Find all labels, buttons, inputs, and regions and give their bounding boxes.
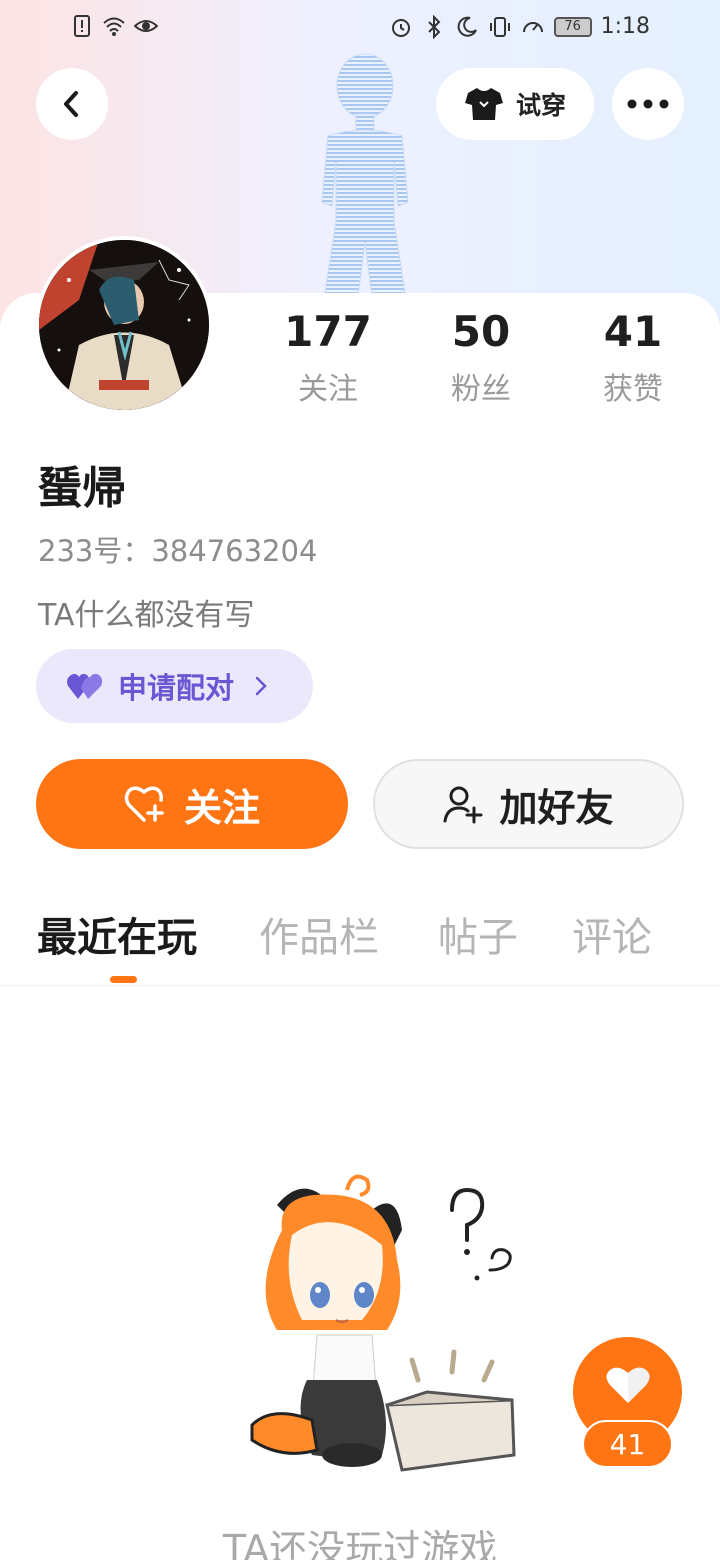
status-bar: 76 1:18 <box>0 0 720 56</box>
stat-likes-count: 41 <box>603 307 663 356</box>
empty-state-illustration <box>250 1174 516 1472</box>
tab-comments[interactable]: 评论 <box>572 908 652 968</box>
tab-works[interactable]: 作品栏 <box>259 908 379 968</box>
tshirt-icon <box>464 88 503 120</box>
bluetooth-icon <box>427 14 441 39</box>
user-bio: TA什么都没有写 <box>38 598 255 633</box>
heart-plus-icon <box>124 786 164 822</box>
avatar-3d-figure <box>321 53 409 312</box>
try-on-label: 试穿 <box>515 91 566 120</box>
add-user-icon <box>443 786 483 824</box>
try-on-button[interactable]: 试穿 <box>436 68 594 140</box>
avatar[interactable] <box>35 236 213 414</box>
follow-button[interactable]: 关注 <box>36 759 348 849</box>
profile-tabs: 最近在玩 作品栏 帖子 评论 <box>0 908 720 986</box>
alert-icon <box>74 15 90 37</box>
avatar-illustration <box>39 240 209 410</box>
stat-followers-count: 50 <box>451 307 511 356</box>
clock: 1:18 <box>600 14 650 39</box>
tab-recent-play[interactable]: 最近在玩 <box>37 908 197 968</box>
wifi-icon <box>103 17 125 36</box>
stat-following-count: 177 <box>284 307 372 356</box>
pair-request-label: 申请配对 <box>118 671 235 705</box>
chevron-right-icon <box>255 676 267 696</box>
eye-icon <box>134 20 158 32</box>
chevron-left-icon <box>64 91 78 117</box>
stat-likes-label: 获赞 <box>603 372 663 407</box>
stat-following[interactable]: 177 关注 <box>258 306 398 408</box>
heart-icon <box>606 1367 649 1403</box>
moon-icon <box>457 16 477 37</box>
alarm-icon <box>391 18 410 37</box>
more-dots-icon <box>627 99 669 109</box>
tab-active-indicator <box>110 976 137 983</box>
add-friend-button[interactable]: 加好友 <box>373 759 684 849</box>
stat-followers-label: 粉丝 <box>451 372 511 407</box>
pair-request-button[interactable]: 申请配对 <box>36 649 313 723</box>
like-count: 41 <box>582 1420 673 1468</box>
tab-posts[interactable]: 帖子 <box>438 908 518 968</box>
empty-state-text: TA还没玩过游戏 <box>222 1527 498 1560</box>
add-friend-label: 加好友 <box>499 785 614 830</box>
follow-label: 关注 <box>183 785 260 830</box>
more-button[interactable] <box>612 68 684 140</box>
user-id: 233号：384763204 <box>38 534 318 568</box>
speed-icon <box>522 21 543 32</box>
stat-following-label: 关注 <box>298 372 358 407</box>
double-heart-icon <box>67 673 103 699</box>
vibrate-icon <box>489 16 510 37</box>
stat-likes[interactable]: 41 获赞 <box>563 306 703 408</box>
stat-followers[interactable]: 50 粉丝 <box>411 306 551 408</box>
username: 蜑帰 <box>38 463 126 514</box>
back-button[interactable] <box>36 68 108 140</box>
battery-indicator: 76 <box>553 16 592 37</box>
